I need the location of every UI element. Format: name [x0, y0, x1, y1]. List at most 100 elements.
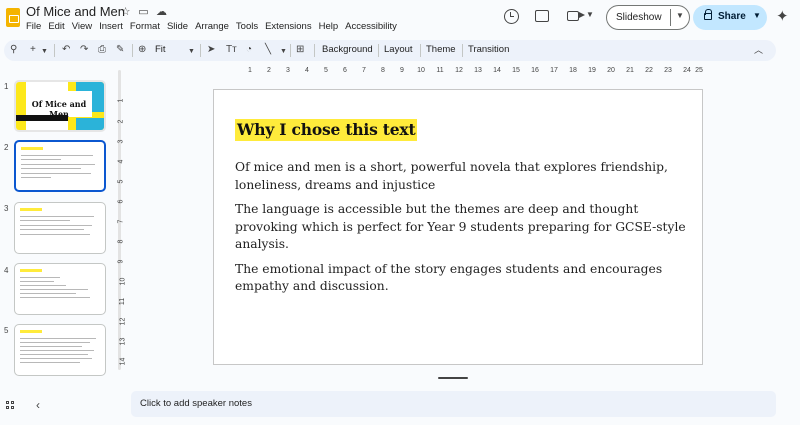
menu-accessibility[interactable]: Accessibility: [345, 21, 397, 32]
share-button[interactable]: Share ▼: [693, 5, 767, 30]
chevron-down-icon[interactable]: ▼: [41, 45, 48, 59]
thumb-text-line: [20, 289, 88, 291]
menu-help[interactable]: Help: [319, 21, 339, 32]
select-cursor-icon[interactable]: ➤: [207, 43, 215, 57]
transition-button[interactable]: Transition: [468, 44, 509, 55]
ruler-label: 8: [117, 239, 125, 244]
speaker-notes-placeholder: Click to add speaker notes: [140, 398, 252, 409]
menu-insert[interactable]: Insert: [99, 21, 123, 32]
toolbar: ⚲ + ▼ ↶ ↷ ⎙ ✎ ⊕ Fit ▼ ➤ Tт ◔ ╲ ▼ ⊞ Backg…: [4, 40, 776, 61]
collapse-toolbar-icon[interactable]: ︿: [754, 43, 763, 57]
text-box-icon[interactable]: Tт: [226, 43, 237, 57]
slideshow-button[interactable]: Slideshow ▼: [606, 5, 690, 30]
ruler-label: 16: [531, 67, 539, 74]
ruler-label: 25: [695, 67, 703, 74]
menu-format[interactable]: Format: [130, 21, 160, 32]
speaker-notes[interactable]: Click to add speaker notes: [131, 391, 776, 417]
ruler-label: 11: [436, 67, 444, 74]
menu-file[interactable]: File: [26, 21, 41, 32]
thumb-text-line: [20, 338, 96, 340]
ruler-label: 2: [117, 119, 125, 124]
menu-view[interactable]: View: [72, 21, 92, 32]
paint-format-icon[interactable]: ✎: [116, 43, 124, 57]
ruler-label: 21: [626, 67, 634, 74]
slide-canvas[interactable]: Why I chose this text Of mice and men is…: [213, 89, 703, 365]
search-menus-icon[interactable]: ⚲: [10, 43, 17, 57]
slide-filmstrip: 1 Of Mice and Men 2 3 4 5: [0, 66, 122, 386]
thumb-text-line: [21, 155, 93, 157]
menu-tools[interactable]: Tools: [236, 21, 258, 32]
ruler-label: 1: [248, 67, 252, 74]
background-button[interactable]: Background: [322, 44, 373, 55]
move-folder-icon[interactable]: ▭: [137, 5, 150, 18]
menu-slide[interactable]: Slide: [167, 21, 188, 32]
divider: [670, 9, 671, 26]
slide-title[interactable]: Why I chose this text: [235, 119, 418, 141]
ruler-label: 4: [305, 67, 309, 74]
ruler-label: 8: [381, 67, 385, 74]
slide-thumbnail-4[interactable]: [14, 263, 106, 315]
slide-body-text[interactable]: Of mice and men is a short, powerful nov…: [235, 159, 690, 303]
star-icon[interactable]: ☆: [119, 5, 132, 18]
ruler-label: 6: [343, 67, 347, 74]
redo-icon[interactable]: ↷: [80, 43, 88, 57]
thumb-text-line: [20, 354, 88, 356]
thumb-text-line: [20, 285, 66, 287]
thumb-text-line: [21, 177, 51, 179]
slide-thumbnail-1[interactable]: Of Mice and Men: [14, 80, 106, 132]
meet-video-icon[interactable]: [567, 11, 585, 21]
version-history-icon[interactable]: [504, 9, 519, 24]
comments-icon[interactable]: [535, 10, 549, 22]
slide-thumbnail-2[interactable]: [14, 140, 106, 192]
slide-thumbnail-5[interactable]: [14, 324, 106, 376]
slides-logo-icon[interactable]: [6, 8, 20, 27]
ruler-label: 7: [362, 67, 366, 74]
layout-button[interactable]: Layout: [384, 44, 413, 55]
notes-resize-handle[interactable]: [438, 377, 468, 379]
thumb-title-highlight: [20, 330, 42, 333]
cloud-status-icon[interactable]: ☁: [155, 5, 168, 18]
add-comment-icon[interactable]: ⊞: [296, 43, 304, 57]
grid-view-icon[interactable]: [6, 401, 16, 411]
chevron-down-icon[interactable]: ▼: [188, 45, 195, 59]
zoom-icon[interactable]: ⊕: [138, 43, 146, 57]
thumb-text-line: [20, 216, 94, 218]
chevron-down-icon[interactable]: ▼: [753, 11, 761, 20]
line-icon[interactable]: ╲: [265, 43, 271, 57]
ruler-label: 5: [324, 67, 328, 74]
print-icon[interactable]: ⎙: [98, 43, 106, 57]
thumb-text-line: [20, 358, 92, 360]
slide-number: 4: [4, 266, 9, 275]
menu-arrange[interactable]: Arrange: [195, 21, 229, 32]
ruler-label: 15: [512, 67, 520, 74]
gemini-sparkle-icon[interactable]: ✦: [776, 9, 789, 24]
slide-paragraph: Of mice and men is a short, powerful nov…: [235, 160, 668, 192]
thumb-decoration: [76, 118, 104, 130]
menu-extensions[interactable]: Extensions: [265, 21, 311, 32]
chevron-down-icon[interactable]: ▼: [280, 45, 287, 59]
ruler-label: 19: [588, 67, 596, 74]
slide-thumbnail-3[interactable]: [14, 202, 106, 254]
ruler-label: 1: [117, 98, 125, 103]
slide-number: 1: [4, 82, 9, 91]
divider: [314, 44, 315, 57]
theme-button[interactable]: Theme: [426, 44, 456, 55]
zoom-select[interactable]: Fit: [155, 44, 166, 55]
ruler-label: 2: [267, 67, 271, 74]
thumb-text-line: [20, 350, 94, 352]
chevron-down-icon[interactable]: ▼: [586, 10, 594, 19]
thumb-text-line: [20, 293, 76, 295]
ruler-label: 18: [569, 67, 577, 74]
menu-edit[interactable]: Edit: [48, 21, 64, 32]
ruler-label: 11: [119, 297, 127, 306]
shape-icon[interactable]: ◔: [246, 43, 252, 57]
new-slide-icon[interactable]: +: [30, 43, 36, 57]
ruler-label: 22: [645, 67, 653, 74]
chevron-down-icon[interactable]: ▼: [676, 11, 684, 20]
collapse-filmstrip-icon[interactable]: ‹: [36, 398, 40, 412]
ruler-label: 17: [550, 67, 558, 74]
ruler-label: 9: [117, 259, 125, 264]
undo-icon[interactable]: ↶: [62, 43, 70, 57]
document-title[interactable]: Of Mice and Men: [26, 4, 125, 19]
ruler-label: 14: [493, 67, 501, 74]
